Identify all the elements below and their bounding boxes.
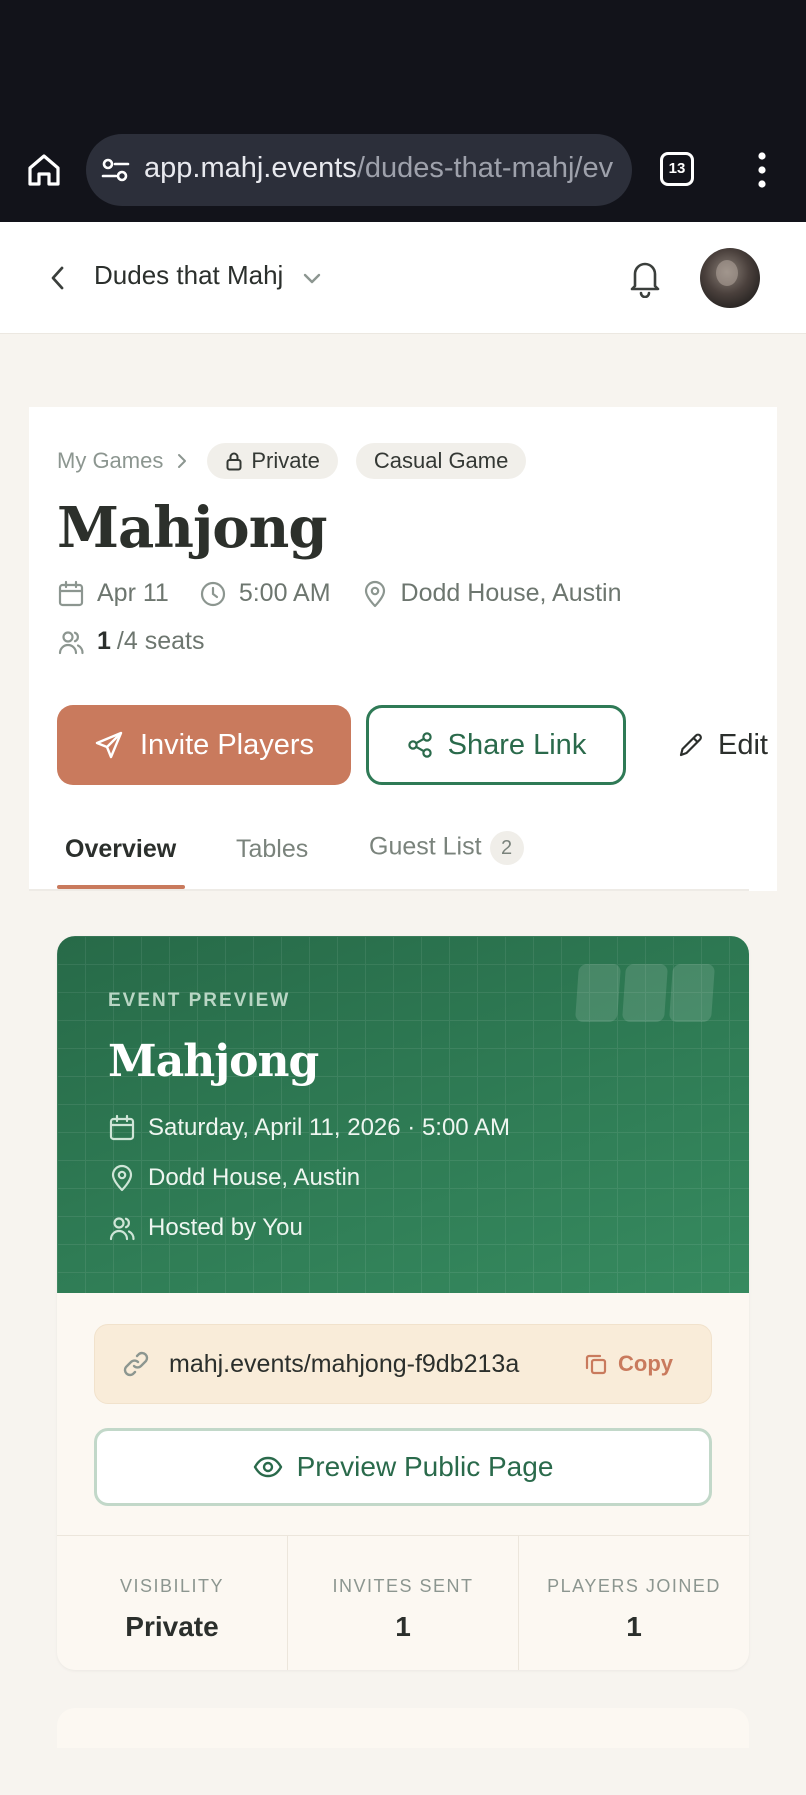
preview-host: Hosted by You [148, 1214, 303, 1241]
chevron-down-icon[interactable] [300, 266, 324, 290]
preview-location: Dodd House, Austin [148, 1164, 361, 1191]
preview-location-row: Dodd House, Austin [108, 1164, 360, 1192]
event-link-text: mahj.events/mahjong-f9db213a [169, 1349, 520, 1378]
map-pin-icon [111, 1164, 133, 1192]
preview-public-page-button[interactable]: Preview Public Page [94, 1428, 712, 1506]
game-type-badge: Casual Game [355, 443, 527, 479]
seats-taken: 1 [97, 627, 111, 655]
event-time: 5:00 AM [238, 579, 331, 607]
bottom-edge [0, 1748, 806, 1795]
share-icon [407, 732, 432, 758]
clock-icon [200, 581, 225, 606]
users-icon [109, 1217, 135, 1241]
guest-count-badge: 2 [489, 831, 524, 865]
breadcrumb-my-games[interactable]: My Games [57, 448, 163, 474]
event-location: Dodd House, Austin [400, 579, 622, 607]
edit-button[interactable]: Edit [676, 705, 777, 785]
preview-public-page-label: Preview Public Page [296, 1451, 554, 1482]
visibility-badge-label: Private [251, 448, 320, 473]
preview-datetime-row: Saturday, April 11, 2026 · 5:00 AM [108, 1114, 510, 1142]
preview-datetime: Saturday, April 11, 2026 · 5:00 AM [148, 1114, 510, 1141]
calendar-icon [58, 580, 84, 606]
tab-switcher-button[interactable]: 13 [660, 152, 694, 186]
stat-label: INVITES SENT [332, 1576, 474, 1596]
preview-host-row: Hosted by You [108, 1214, 303, 1242]
app-header: Dudes that Mahj [0, 222, 806, 334]
preview-eyebrow: EVENT PREVIEW [108, 990, 291, 1011]
stat-value: 1 [395, 1611, 411, 1642]
tab-tables[interactable]: Tables [236, 835, 308, 864]
users-icon [58, 630, 84, 654]
tab-overview[interactable]: Overview [65, 835, 176, 864]
group-selector[interactable]: Dudes that Mahj [94, 260, 283, 291]
user-avatar[interactable] [700, 248, 760, 308]
preview-title: Mahjong [108, 1036, 319, 1087]
event-title: Mahjong [57, 495, 327, 561]
notifications-bell-icon[interactable] [626, 256, 664, 298]
eye-icon [253, 1456, 282, 1478]
stat-label: PLAYERS JOINED [547, 1576, 721, 1596]
url-path: /dudes-that-mahj/ev [356, 152, 614, 184]
url-text: app.mahj.events/dudes-that-mahj/ev [144, 152, 613, 185]
active-tab-indicator [57, 885, 185, 889]
stat-label: VISIBILITY [119, 1576, 225, 1596]
event-meta-row: Apr 11 5:00 AM Dodd House, Austin [57, 579, 622, 608]
event-preview-card: EVENT PREVIEW Mahjong Saturday, April 11… [57, 936, 749, 1670]
share-link-label: Share Link [447, 728, 587, 761]
url-host: app.mahj.events [144, 152, 357, 184]
event-header-card: My Games Private Casual Game Mahjong Apr… [29, 407, 777, 891]
copy-link-button[interactable]: Copy [584, 1351, 673, 1377]
event-date: Apr 11 [97, 579, 169, 607]
copy-label: Copy [618, 1351, 673, 1376]
seats-total: /4 seats [116, 627, 205, 655]
invite-players-button[interactable]: Invite Players [57, 705, 351, 785]
edit-label: Edit [718, 728, 768, 761]
stat-visibility: VISIBILITY Private [57, 1536, 288, 1670]
tab-bar: Overview Tables Guest List 2 [29, 817, 749, 891]
send-icon [95, 731, 123, 759]
chevron-right-icon [178, 454, 187, 468]
pencil-icon [679, 733, 702, 757]
map-pin-icon [364, 580, 385, 607]
more-vert-icon[interactable] [756, 150, 768, 190]
stat-invites-sent: INVITES SENT 1 [288, 1536, 519, 1670]
preview-banner: EVENT PREVIEW Mahjong Saturday, April 11… [57, 936, 749, 1293]
link-icon [123, 1351, 149, 1377]
copy-icon [585, 1354, 607, 1375]
site-settings-icon[interactable] [100, 156, 132, 184]
calendar-icon [109, 1114, 135, 1141]
tab-guest-list[interactable]: Guest List 2 [369, 831, 524, 865]
home-icon[interactable] [24, 150, 64, 190]
tab-guest-list-label: Guest List [369, 832, 482, 861]
visibility-badge: Private [207, 443, 338, 479]
back-chevron-icon[interactable] [44, 262, 72, 294]
stat-value: Private [125, 1611, 219, 1642]
event-stats: VISIBILITY Private INVITES SENT 1 PLAYER… [57, 1535, 749, 1670]
breadcrumb: My Games Private Casual Game [57, 443, 544, 479]
address-bar[interactable]: app.mahj.events/dudes-that-mahj/ev [86, 134, 632, 206]
share-link-button[interactable]: Share Link [366, 705, 626, 785]
browser-chrome: app.mahj.events/dudes-that-mahj/ev 13 [0, 0, 806, 222]
invite-players-label: Invite Players [139, 728, 315, 761]
mahjong-tiles-decoration [574, 964, 718, 1022]
lock-icon [226, 452, 242, 471]
event-link-box: mahj.events/mahjong-f9db213a Copy [94, 1324, 712, 1404]
stat-value: 1 [626, 1611, 642, 1642]
stat-players-joined: PLAYERS JOINED 1 [519, 1536, 749, 1670]
seats-row: 1 /4 seats [57, 627, 204, 656]
